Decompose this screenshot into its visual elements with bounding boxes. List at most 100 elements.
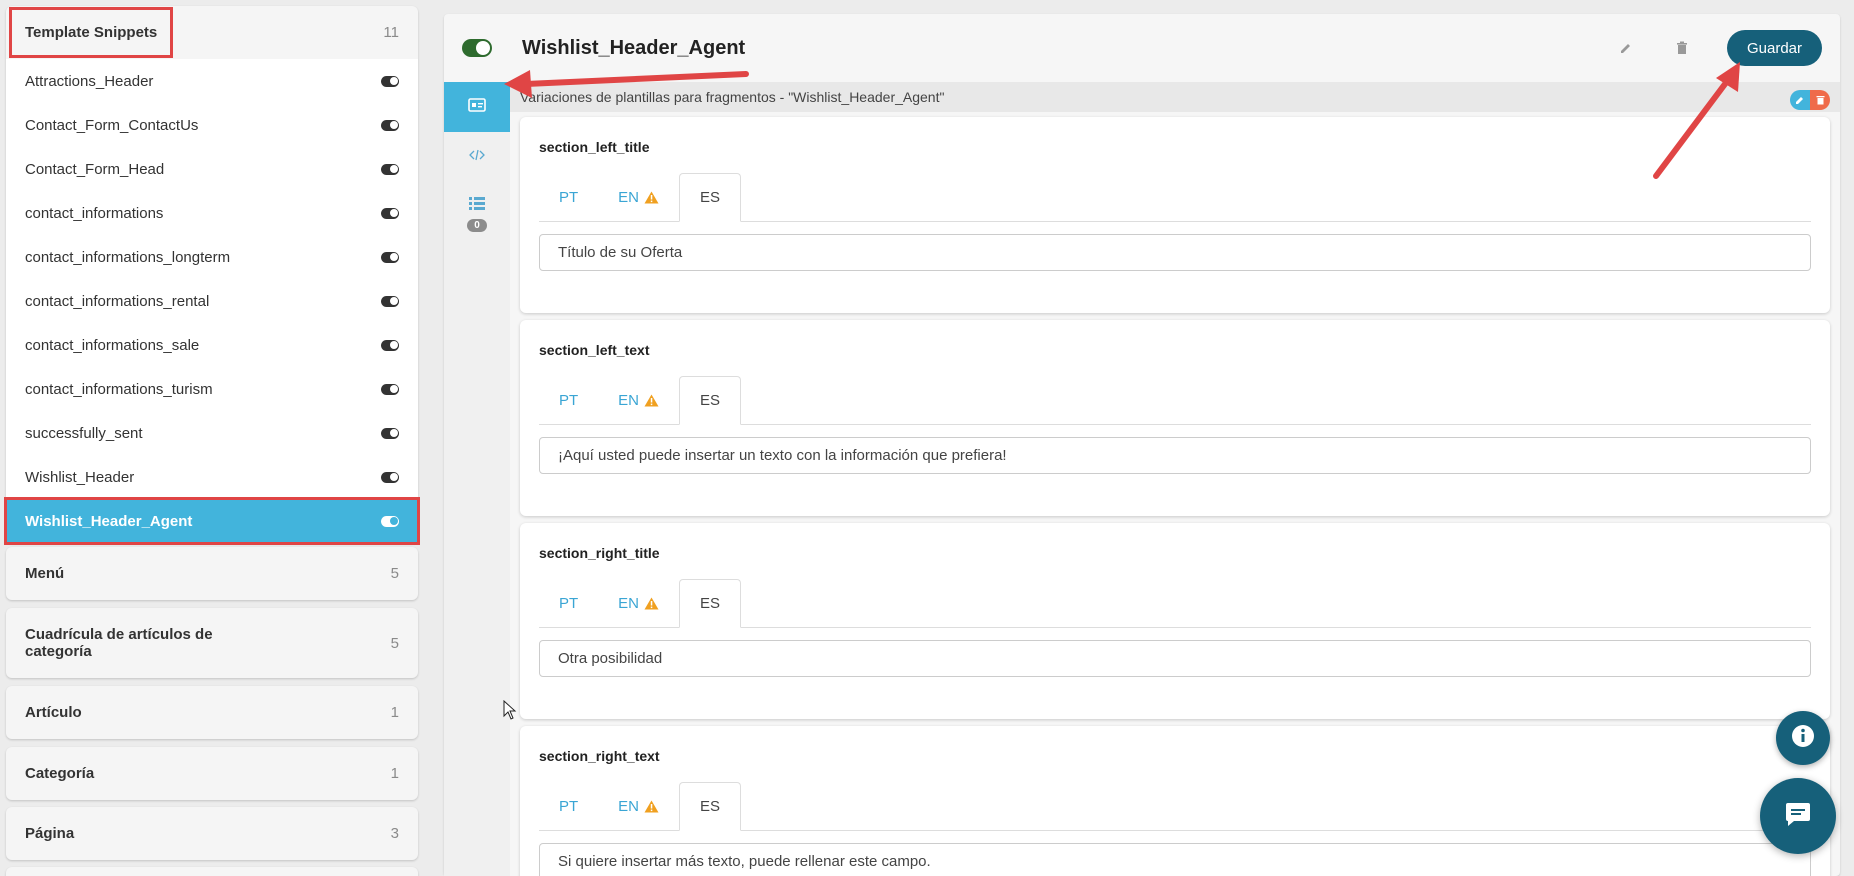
field-card: section_left_title PT EN ES Título de su…: [520, 117, 1830, 313]
snippet-item-active[interactable]: Wishlist_Header_Agent: [4, 497, 420, 545]
toggle-icon[interactable]: [381, 207, 399, 219]
group-title: Página: [25, 825, 75, 842]
tab-es[interactable]: ES: [679, 579, 742, 628]
group-count: 5: [390, 634, 399, 652]
snippet-label: Attractions_Header: [25, 72, 154, 90]
tab-en[interactable]: EN: [598, 173, 679, 222]
tab-label: EN: [618, 798, 640, 815]
warning-icon: [644, 394, 659, 407]
group-count: 1: [390, 765, 399, 782]
field-title: section_left_title: [539, 139, 650, 155]
vertical-tab-rail: 0: [444, 82, 510, 876]
sidebar: Template Snippets 11 Attractions_Header …: [0, 0, 428, 876]
toggle-icon[interactable]: [381, 339, 399, 351]
snippet-item[interactable]: contact_informations_turism: [6, 367, 418, 411]
tab-pt[interactable]: PT: [539, 173, 598, 222]
group-header[interactable]: Cuadrícula de artículos de categoría 5: [6, 608, 418, 678]
language-tabs: PT EN ES: [539, 782, 1811, 831]
group-title: Menú: [25, 565, 65, 582]
snippet-label: contact_informations_turism: [25, 380, 213, 398]
tab-label: EN: [618, 595, 640, 612]
toggle-icon[interactable]: [381, 295, 399, 307]
toggle-icon[interactable]: [381, 119, 399, 131]
tab-en[interactable]: EN: [598, 376, 679, 425]
snippet-item[interactable]: Attractions_Header: [6, 59, 418, 103]
toggle-icon[interactable]: [381, 251, 399, 263]
tab-pt[interactable]: PT: [539, 782, 598, 831]
pencil-icon[interactable]: [1615, 37, 1637, 59]
trash-icon[interactable]: [1810, 90, 1830, 110]
group-header[interactable]: Página 3: [6, 807, 418, 860]
tab-pt[interactable]: PT: [539, 579, 598, 628]
tab-es[interactable]: ES: [679, 173, 742, 222]
info-icon: [1791, 724, 1815, 753]
snippet-label: Wishlist_Header_Agent: [25, 512, 193, 530]
variation-actions: [1790, 90, 1830, 110]
group-header-template-snippets[interactable]: Template Snippets 11: [6, 6, 418, 59]
group-template-snippets: Template Snippets 11 Attractions_Header …: [4, 6, 420, 545]
toggle-icon[interactable]: [381, 163, 399, 175]
tab-es[interactable]: ES: [679, 782, 742, 831]
field-title: section_right_text: [539, 748, 660, 764]
snippet-item[interactable]: successfully_sent: [6, 411, 418, 455]
tab-en[interactable]: EN: [598, 782, 679, 831]
snippet-item[interactable]: Contact_Form_ContactUs: [6, 103, 418, 147]
tab-label: EN: [618, 392, 640, 409]
group-article[interactable]: Artículo 1: [6, 686, 418, 739]
page-title: Wishlist_Header_Agent: [522, 36, 746, 59]
snippet-list: Attractions_Header Contact_Form_ContactU…: [4, 59, 420, 545]
mouse-cursor-icon: [503, 700, 517, 720]
count-badge: 0: [467, 218, 487, 232]
toggle-icon[interactable]: [381, 75, 399, 87]
field-card: section_left_text PT EN ES ¡Aquí usted p…: [520, 320, 1830, 516]
group-count: 11: [383, 24, 399, 41]
toggle-icon[interactable]: [381, 471, 399, 483]
snippet-item[interactable]: contact_informations_longterm: [6, 235, 418, 279]
group-menu[interactable]: Menú 5: [6, 547, 418, 600]
text-field[interactable]: Si quiere insertar más texto, puede rell…: [539, 843, 1811, 876]
snippet-label: Contact_Form_Head: [25, 160, 165, 178]
pencil-icon[interactable]: [1790, 90, 1810, 110]
toggle-icon[interactable]: [381, 515, 399, 527]
header-actions: Guardar: [1615, 30, 1822, 66]
text-field[interactable]: Otra posibilidad: [539, 640, 1811, 677]
save-button[interactable]: Guardar: [1726, 30, 1822, 66]
rail-tab-variations[interactable]: [444, 82, 510, 132]
chat-icon: [1784, 801, 1812, 832]
tab-pt[interactable]: PT: [539, 376, 598, 425]
group-header[interactable]: Categoría 1: [6, 747, 418, 800]
editor-header: Wishlist_Header_Agent Guardar: [444, 14, 1840, 82]
snippet-item[interactable]: contact_informations_rental: [6, 279, 418, 323]
active-toggle[interactable]: [462, 39, 492, 57]
group-page[interactable]: Página 3: [6, 807, 418, 860]
text-field[interactable]: Título de su Oferta: [539, 234, 1811, 271]
snippet-item[interactable]: Wishlist_Header: [6, 455, 418, 499]
chat-button[interactable]: [1760, 778, 1836, 854]
toggle-icon[interactable]: [381, 427, 399, 439]
group-category[interactable]: Categoría 1: [6, 747, 418, 800]
rail-tab-code[interactable]: [444, 132, 510, 182]
warning-icon: [644, 597, 659, 610]
list-icon: [469, 196, 485, 215]
group-count: 1: [390, 704, 399, 721]
snippet-item[interactable]: contact_informations_sale: [6, 323, 418, 367]
tab-en[interactable]: EN: [598, 579, 679, 628]
variations-label: Variaciones de plantillas para fragmento…: [520, 89, 945, 105]
toggle-icon[interactable]: [381, 383, 399, 395]
group-header[interactable]: Artículo 1: [6, 686, 418, 739]
trash-icon[interactable]: [1671, 37, 1693, 59]
snippet-item[interactable]: contact_informations: [6, 191, 418, 235]
variations-bar: Variaciones de plantillas para fragmento…: [510, 82, 1840, 112]
text-field[interactable]: ¡Aquí usted puede insertar un texto con …: [539, 437, 1811, 474]
group-title: Artículo: [25, 704, 82, 721]
group-more[interactable]: [6, 867, 418, 876]
group-header[interactable]: Menú 5: [6, 547, 418, 600]
group-category-grid[interactable]: Cuadrícula de artículos de categoría 5: [6, 608, 418, 678]
snippet-item[interactable]: Contact_Form_Head: [6, 147, 418, 191]
language-tabs: PT EN ES: [539, 376, 1811, 425]
tab-es[interactable]: ES: [679, 376, 742, 425]
info-button[interactable]: [1776, 711, 1830, 765]
group-count: 5: [390, 565, 399, 582]
rail-tab-list[interactable]: 0: [444, 182, 510, 246]
snippet-label: Wishlist_Header: [25, 468, 135, 486]
